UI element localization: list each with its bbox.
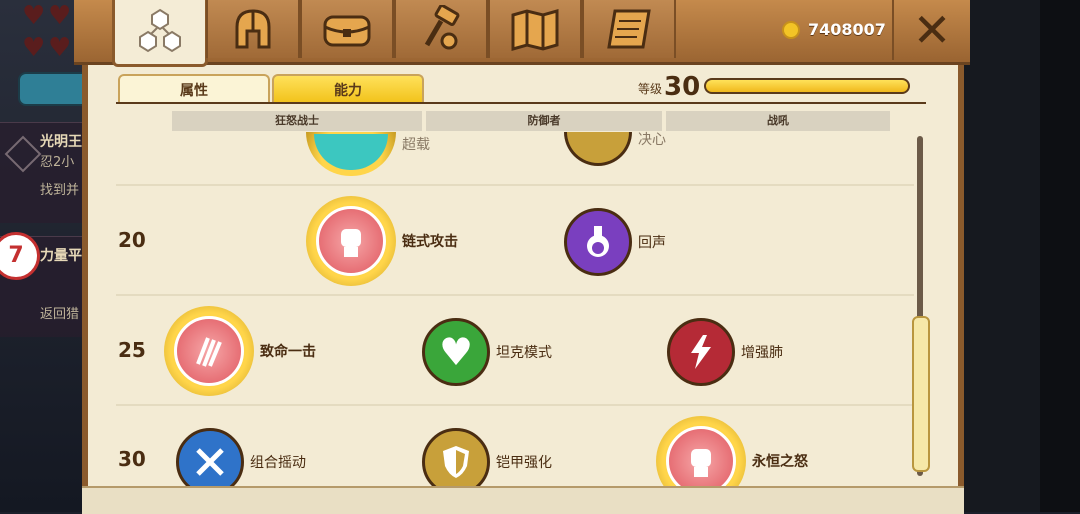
skill-label: 增强肺 bbox=[741, 345, 783, 361]
level-number: 25 bbox=[118, 338, 146, 362]
quest-subtitle: 返回猎 bbox=[40, 307, 80, 322]
skill-label: 超载 bbox=[402, 137, 430, 153]
skill-ring bbox=[306, 196, 396, 286]
column-header-berserker: 狂怒战士 bbox=[172, 111, 422, 131]
map-icon bbox=[511, 9, 559, 51]
xp-bar-fill bbox=[706, 80, 908, 92]
tab-treasure[interactable] bbox=[300, 0, 394, 58]
skill-label: 链式攻击 bbox=[402, 234, 458, 250]
potion-icon bbox=[564, 208, 632, 276]
tab-craft[interactable] bbox=[394, 0, 488, 58]
quest-icon bbox=[4, 135, 42, 173]
hammer-icon bbox=[424, 5, 460, 50]
skill-label: 决心 bbox=[638, 132, 666, 148]
skill-tank-mode[interactable]: ♥ 坦克模式 bbox=[422, 318, 552, 386]
panel-bottom-edge bbox=[82, 486, 964, 514]
skill-ring bbox=[306, 132, 396, 176]
skill-label: 坦克模式 bbox=[496, 345, 552, 361]
skill-lethal-strike[interactable]: 致命一击 bbox=[164, 306, 316, 396]
skill-label: 永恒之怒 bbox=[752, 454, 808, 470]
quest-title: 光明王 bbox=[40, 134, 82, 150]
gold-counter: 7408007 bbox=[782, 20, 886, 39]
tab-skills-tree[interactable] bbox=[112, 0, 208, 67]
hexagons-icon bbox=[139, 8, 181, 53]
quest-panel-1[interactable]: 光明王 忍2小 找到并 bbox=[0, 122, 90, 223]
lightning-icon bbox=[667, 318, 735, 386]
helmet-icon bbox=[235, 9, 271, 49]
ring-icon bbox=[314, 134, 388, 170]
fist-icon bbox=[316, 206, 386, 276]
skill-ring bbox=[164, 306, 254, 396]
level-value: 30 bbox=[664, 72, 701, 102]
close-button[interactable]: ✕ bbox=[892, 0, 970, 60]
row-separator bbox=[116, 294, 914, 296]
xp-bar bbox=[704, 78, 910, 94]
tab-helmet[interactable] bbox=[206, 0, 300, 58]
quest-title: 力量平 bbox=[40, 248, 82, 264]
skill-partial-1[interactable]: 超载 bbox=[306, 132, 430, 176]
scrollbar-thumb[interactable] bbox=[912, 316, 930, 472]
heart-icon: ♥ bbox=[48, 33, 72, 63]
tab-scroll[interactable] bbox=[582, 0, 676, 58]
gold-amount: 7408007 bbox=[808, 20, 886, 39]
level-number: 30 bbox=[118, 447, 146, 471]
skill-chain-attack[interactable]: 链式攻击 bbox=[306, 196, 458, 286]
column-header-defender: 防御者 bbox=[426, 111, 662, 131]
tab-attributes[interactable]: 属性 bbox=[118, 74, 270, 102]
heart-icon: ♥ bbox=[422, 318, 490, 386]
heart-icon: ♥ bbox=[48, 1, 72, 31]
quest-subtitle: 找到并 bbox=[40, 183, 80, 198]
skill-label: 铠甲强化 bbox=[496, 455, 552, 471]
tab-abilities[interactable]: 能力 bbox=[272, 74, 424, 102]
level-number: 20 bbox=[118, 228, 146, 252]
skill-partial-2[interactable]: 决心 bbox=[564, 132, 666, 166]
close-icon: ✕ bbox=[912, 3, 952, 57]
tab-divider bbox=[116, 102, 926, 104]
row-separator bbox=[116, 404, 914, 406]
heart-icon: ♥ bbox=[22, 33, 46, 63]
skill-echo[interactable]: 回声 bbox=[564, 208, 666, 276]
coin-icon bbox=[782, 20, 800, 39]
tab-map[interactable] bbox=[488, 0, 582, 58]
heart-icon: ♥ bbox=[22, 1, 46, 31]
shield-icon bbox=[564, 132, 632, 166]
skill-label: 回声 bbox=[638, 235, 666, 251]
quest-subtitle: 忍2小 bbox=[40, 155, 75, 170]
claw-icon bbox=[174, 316, 244, 386]
skill-label: 致命一击 bbox=[260, 344, 316, 360]
skill-enhanced-lungs[interactable]: 增强肺 bbox=[667, 318, 783, 386]
column-header-warcry: 战吼 bbox=[666, 111, 890, 131]
scroll-icon bbox=[607, 9, 651, 49]
chest-icon bbox=[323, 15, 371, 47]
row-separator bbox=[116, 184, 914, 186]
skill-label: 组合摇动 bbox=[250, 455, 306, 471]
hud-bar[interactable] bbox=[18, 72, 92, 106]
level-label: 等级 bbox=[638, 82, 663, 96]
screen-edge bbox=[1040, 0, 1080, 512]
